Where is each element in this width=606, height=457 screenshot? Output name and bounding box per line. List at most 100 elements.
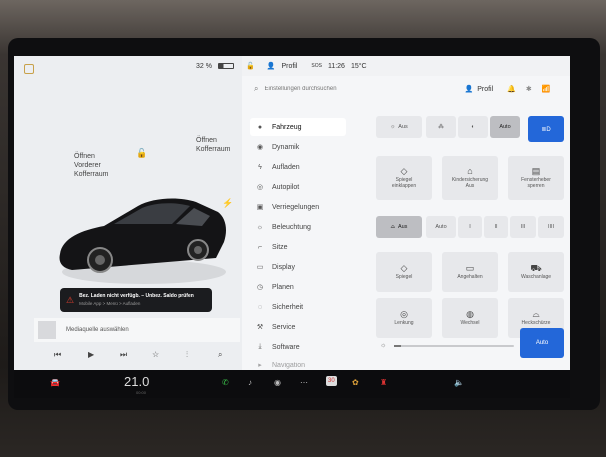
child-lock-tile[interactable]: ⌂ Kindersicherung Aus [442, 156, 498, 200]
download-icon: ⤓ [258, 343, 262, 350]
profile-status-label[interactable]: Profil [281, 63, 297, 70]
wiper-off-button[interactable]: ⌓ Aus [376, 216, 422, 238]
steering-tile[interactable]: ◎ Lenkung [376, 298, 432, 338]
camera-icon[interactable]: ◉ [274, 378, 281, 387]
lights-auto-button[interactable]: Auto [490, 116, 520, 138]
trunk-open-text: Öffnen [196, 137, 217, 144]
settings-search[interactable]: ⌕ 👤 Profil 🔔 ✱ 📶 [242, 78, 570, 100]
menu-item-display[interactable]: ▭ Display [250, 258, 346, 276]
car-illustration [59, 198, 226, 284]
tile-label: Heckschürze [521, 319, 551, 326]
mirror-adjust-tile[interactable]: ◇ Spiegel [376, 252, 432, 292]
wheel-tile[interactable]: ◍ Wechsel [442, 298, 498, 338]
climate-temperature[interactable]: 21.0 [124, 374, 149, 389]
toybox-icon[interactable]: ✿ [352, 378, 359, 387]
wiper-auto-label: Auto [435, 224, 447, 230]
frunk-label[interactable]: Öffnen Vorderer Kofferraum [74, 152, 109, 179]
wiper-speed-3[interactable]: III [510, 216, 536, 238]
search-icon: ⌕ [254, 84, 259, 93]
menu-label: Dynamik [272, 143, 300, 151]
profile-icon[interactable] [24, 64, 34, 74]
lights-off-button[interactable]: ☼ Aus [376, 116, 422, 138]
parking-lights-button[interactable]: ⁂ [426, 116, 456, 138]
parking-lights-icon: ⁂ [438, 124, 444, 130]
menu-item-service[interactable]: ⚒ Service [250, 318, 346, 336]
car-menu-icon[interactable]: 🚘 [50, 378, 60, 387]
outside-temperature: 15°C [350, 62, 367, 70]
search-profile-icon[interactable]: 👤 [464, 85, 473, 93]
menu-item-planen[interactable]: ◷ Planen [250, 278, 346, 296]
menu-item-aufladen[interactable]: ϟ Aufladen [250, 158, 346, 176]
menu-item-sitze[interactable]: ⌐ Sitze [250, 238, 346, 256]
wiper-speed-label: IIII [547, 224, 555, 230]
lock-icon: ▣ [256, 204, 264, 211]
lock-status-icon[interactable]: 🔓 [246, 62, 255, 70]
brightness-auto-button[interactable]: Auto [520, 328, 564, 358]
menu-label: Autopilot [272, 183, 300, 191]
bluetooth-icon[interactable]: ✱ [526, 85, 532, 93]
display-icon: ▭ [256, 264, 264, 271]
calendar-day: 30 [328, 378, 335, 384]
next-track-icon[interactable]: ⏭ [120, 350, 127, 360]
low-beam-button[interactable]: ◐ [458, 116, 488, 138]
menu-label: Software [272, 343, 300, 351]
notification-icon[interactable]: 🔔 [507, 85, 516, 93]
profile-status-icon[interactable]: 👤 [267, 62, 276, 70]
calendar-app-icon[interactable]: 30 [326, 376, 337, 386]
unlock-icon[interactable]: 🔓 [136, 148, 147, 159]
equalizer-icon[interactable]: ⫶ [186, 350, 188, 360]
taskbar: 🚘 21.0 00:00 ✆ ♪ ◉ ⋯ 30 ✿ ♜ 🔈 [14, 370, 570, 398]
warning-icon: ⚠ [66, 294, 75, 305]
wiper-speed-2[interactable]: II [484, 216, 508, 238]
charge-port-bolt-icon[interactable]: ⚡ [222, 198, 233, 209]
car-wash-tile[interactable]: ⛟ Waschanlage [508, 252, 564, 292]
charging-alert[interactable]: ⚠ Bez. Laden nicht verfügb. – Unbez. Sal… [60, 288, 212, 312]
favorite-star-icon[interactable]: ☆ [152, 350, 159, 359]
alert-text: Bez. Laden nicht verfügb. – Unbez. Saldo… [79, 293, 194, 299]
tile-label: Spiegel [395, 273, 413, 280]
battery-icon [217, 63, 234, 69]
photo-scene: 32 % Öffnen Vorderer Kofferraum 🔓 Öffnen… [0, 0, 606, 457]
search-profile-label[interactable]: Profil [477, 86, 493, 93]
signal-icon[interactable]: 📶 [542, 85, 551, 93]
media-source-bar[interactable]: Mediaquelle auswählen [34, 318, 240, 342]
fold-mirrors-tile[interactable]: ◇ Spiegel einklappen [376, 156, 432, 200]
previous-track-icon[interactable]: ⏮ [54, 350, 61, 360]
wiper-speed-4[interactable]: IIII [538, 216, 564, 238]
menu-item-autopilot[interactable]: ◎ Autopilot [250, 178, 346, 196]
window-icon: ▤ [531, 165, 541, 176]
window-lock-tile[interactable]: ▤ Fensterheber sperren [508, 156, 564, 200]
menu-item-software[interactable]: ⤓ Software [250, 338, 346, 356]
battery-percent: 32 % [196, 62, 212, 70]
menu-item-navigation[interactable]: ▸ Navigation [250, 356, 346, 370]
brightness-slider[interactable] [394, 345, 514, 347]
volume-icon[interactable]: 🔈 [454, 378, 464, 387]
menu-item-fahrzeug[interactable]: ● Fahrzeug [250, 118, 346, 136]
joystick-icon[interactable]: ♜ [380, 378, 387, 387]
battery-status: 32 % [196, 56, 234, 76]
car-view-panel: 32 % Öffnen Vorderer Kofferraum 🔓 Öffnen… [14, 56, 242, 370]
menu-item-sicherheit[interactable]: ◌ Sicherheit [250, 298, 346, 316]
tile-label: Kindersicherung Aus [451, 176, 489, 189]
menu-item-verriegelungen[interactable]: ▣ Verriegelungen [250, 198, 346, 216]
wiper-speed-1[interactable]: I [458, 216, 482, 238]
wheel-icon: ◍ [466, 308, 474, 319]
music-icon[interactable]: ♪ [248, 378, 252, 387]
menu-label: Navigation [272, 361, 306, 369]
more-apps-icon[interactable]: ⋯ [300, 378, 308, 387]
headlights-button[interactable]: ≣D [528, 116, 564, 142]
menu-label: Beleuchtung [272, 223, 311, 231]
tile-label: Lenkung [394, 319, 414, 326]
play-icon[interactable]: ▶ [88, 350, 94, 359]
trunk-label[interactable]: Öffnen Kofferraum [196, 136, 231, 154]
phone-icon[interactable]: ✆ [222, 378, 229, 387]
settings-panel: ⌕ 👤 Profil 🔔 ✱ 📶 ● Fahrzeug ◉ Dynamik ϟ Auf… [242, 76, 570, 370]
display-stopped-tile[interactable]: ▭ Angehalten [442, 252, 498, 292]
search-media-icon[interactable]: ⌕ [218, 350, 222, 360]
search-input[interactable] [264, 86, 405, 92]
more-icon: ▸ [258, 362, 262, 369]
wiper-auto-button[interactable]: Auto [426, 216, 456, 238]
menu-item-beleuchtung[interactable]: ☼ Beleuchtung [250, 218, 346, 236]
child-lock-icon: ⌂ [467, 165, 473, 176]
menu-item-dynamik[interactable]: ◉ Dynamik [250, 138, 346, 156]
